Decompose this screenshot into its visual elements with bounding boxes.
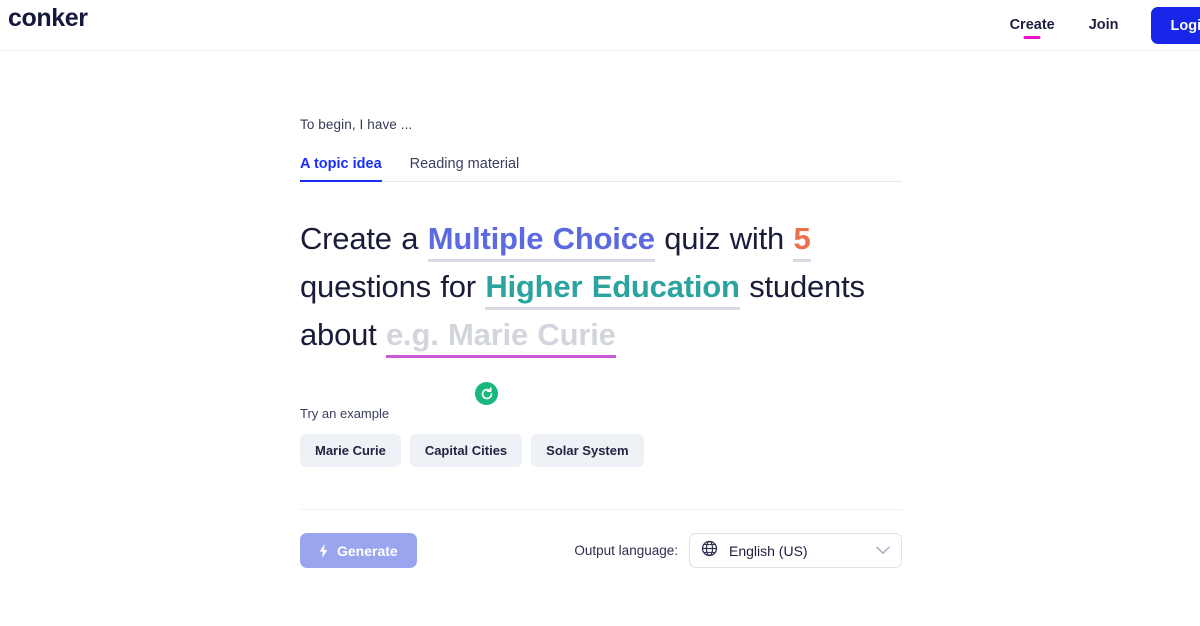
generate-button-label: Generate: [337, 542, 398, 559]
lightning-bolt-icon: [319, 543, 328, 558]
language-label: Output language:: [574, 543, 678, 558]
nav-item-create[interactable]: Create: [1000, 0, 1065, 51]
output-language-value: English (US): [729, 542, 808, 559]
tab-reading-material[interactable]: Reading material: [410, 156, 520, 181]
nav-item-create-label: Create: [1009, 17, 1055, 33]
prompt-sentence: Create a Multiple Choice quiz with 5 que…: [300, 215, 902, 359]
example-chips: Marie Curie Capital Cities Solar System: [300, 434, 902, 467]
tab-a-topic-idea[interactable]: A topic idea: [300, 156, 382, 182]
footer-divider: [300, 509, 902, 510]
panel-footer: Generate Output language: English (US): [300, 533, 902, 568]
output-language-select[interactable]: English (US): [689, 533, 902, 568]
topic-input[interactable]: e.g. Marie Curie: [386, 317, 616, 358]
refresh-topic-icon[interactable]: [475, 382, 498, 405]
quiz-builder-panel: To begin, I have ... A topic idea Readin…: [300, 117, 902, 568]
nav-item-join-label: Join: [1088, 17, 1119, 33]
login-button[interactable]: Login: [1150, 7, 1200, 44]
language-control: Output language: English (US): [574, 533, 902, 568]
panel-kicker: To begin, I have ...: [300, 117, 413, 132]
brand-logo[interactable]: conker: [8, 4, 88, 33]
example-chip-marie-curie[interactable]: Marie Curie: [300, 434, 401, 467]
quiz-type-slot[interactable]: Multiple Choice: [427, 221, 655, 262]
app-header: conker Create Join Login: [0, 0, 1200, 51]
prompt-text-3: questions for: [300, 269, 476, 304]
example-chip-capital-cities[interactable]: Capital Cities: [409, 434, 523, 467]
globe-icon: [701, 540, 718, 562]
audience-slot[interactable]: Higher Education: [485, 269, 740, 310]
example-chip-solar-system[interactable]: Solar System: [531, 434, 644, 467]
nav-item-join[interactable]: Join: [1079, 0, 1129, 51]
main-content: To begin, I have ... A topic idea Readin…: [0, 51, 1200, 626]
source-tabs: A topic idea Reading material: [300, 150, 902, 182]
prompt-text-2: quiz with: [664, 221, 785, 256]
main-nav: Create Join Login: [1000, 0, 1200, 51]
prompt-text-1: Create a: [300, 221, 419, 256]
examples-label: Try an example: [300, 406, 390, 421]
chevron-down-icon: [876, 542, 890, 560]
nav-active-indicator: [1023, 36, 1041, 39]
generate-button[interactable]: Generate: [300, 533, 417, 568]
question-count-slot[interactable]: 5: [793, 221, 811, 262]
